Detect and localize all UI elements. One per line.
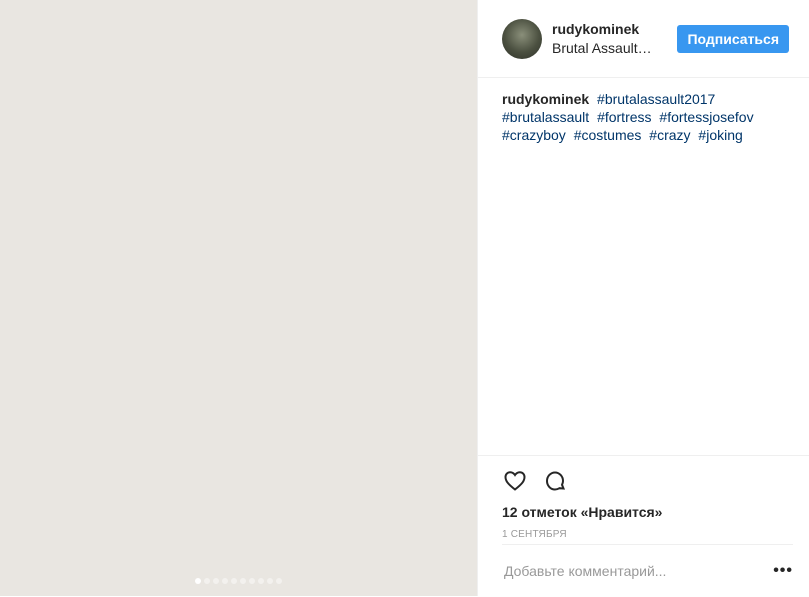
user-block: rudykominek Brutal Assault… — [552, 20, 677, 58]
hashtag-link[interactable]: #brutalassault — [502, 109, 589, 125]
carousel-dot[interactable] — [195, 578, 201, 584]
carousel-dot[interactable] — [222, 578, 228, 584]
hashtag-link[interactable]: #crazyboy — [502, 127, 566, 143]
hashtag-link[interactable]: #brutalassault2017 — [597, 91, 715, 107]
post-media[interactable] — [0, 0, 477, 596]
carousel-dot[interactable] — [213, 578, 219, 584]
carousel-dot[interactable] — [276, 578, 282, 584]
carousel-dot[interactable] — [267, 578, 273, 584]
caption-username[interactable]: rudykominek — [502, 91, 589, 107]
hashtag-link[interactable]: #joking — [698, 127, 742, 143]
post-header: rudykominek Brutal Assault… Подписаться — [478, 0, 809, 78]
follow-button[interactable]: Подписаться — [677, 24, 789, 53]
carousel-dot[interactable] — [204, 578, 210, 584]
hashtag-link[interactable]: #crazy — [649, 127, 690, 143]
heart-icon[interactable] — [502, 468, 528, 494]
actions-section: 12 отметок «Нравится» 1 сентября — [478, 455, 809, 540]
carousel-dot[interactable] — [258, 578, 264, 584]
action-bar — [502, 459, 785, 503]
hashtag-link[interactable]: #fortessjosefov — [659, 109, 753, 125]
carousel-dot[interactable] — [240, 578, 246, 584]
comment-input[interactable] — [502, 562, 774, 580]
hashtag-link[interactable]: #fortress — [597, 109, 651, 125]
caption: rudykominek #brutalassault2017 #brutalas… — [478, 78, 809, 144]
post-sidebar: rudykominek Brutal Assault… Подписаться … — [477, 0, 809, 596]
username-link[interactable]: rudykominek — [552, 20, 677, 38]
instagram-post: rudykominek Brutal Assault… Подписаться … — [0, 0, 809, 596]
location-link[interactable]: Brutal Assault… — [552, 38, 662, 58]
comment-bubble-icon[interactable] — [542, 468, 568, 494]
comment-bar: ••• — [502, 544, 793, 597]
carousel-dots — [0, 578, 477, 584]
post-date[interactable]: 1 сентября — [502, 529, 785, 540]
carousel-dot[interactable] — [249, 578, 255, 584]
likes-count[interactable]: 12 отметок «Нравится» — [502, 503, 785, 521]
hashtag-link[interactable]: #costumes — [574, 127, 642, 143]
more-options-icon[interactable]: ••• — [773, 562, 793, 580]
carousel-dot[interactable] — [231, 578, 237, 584]
avatar[interactable] — [502, 18, 542, 59]
